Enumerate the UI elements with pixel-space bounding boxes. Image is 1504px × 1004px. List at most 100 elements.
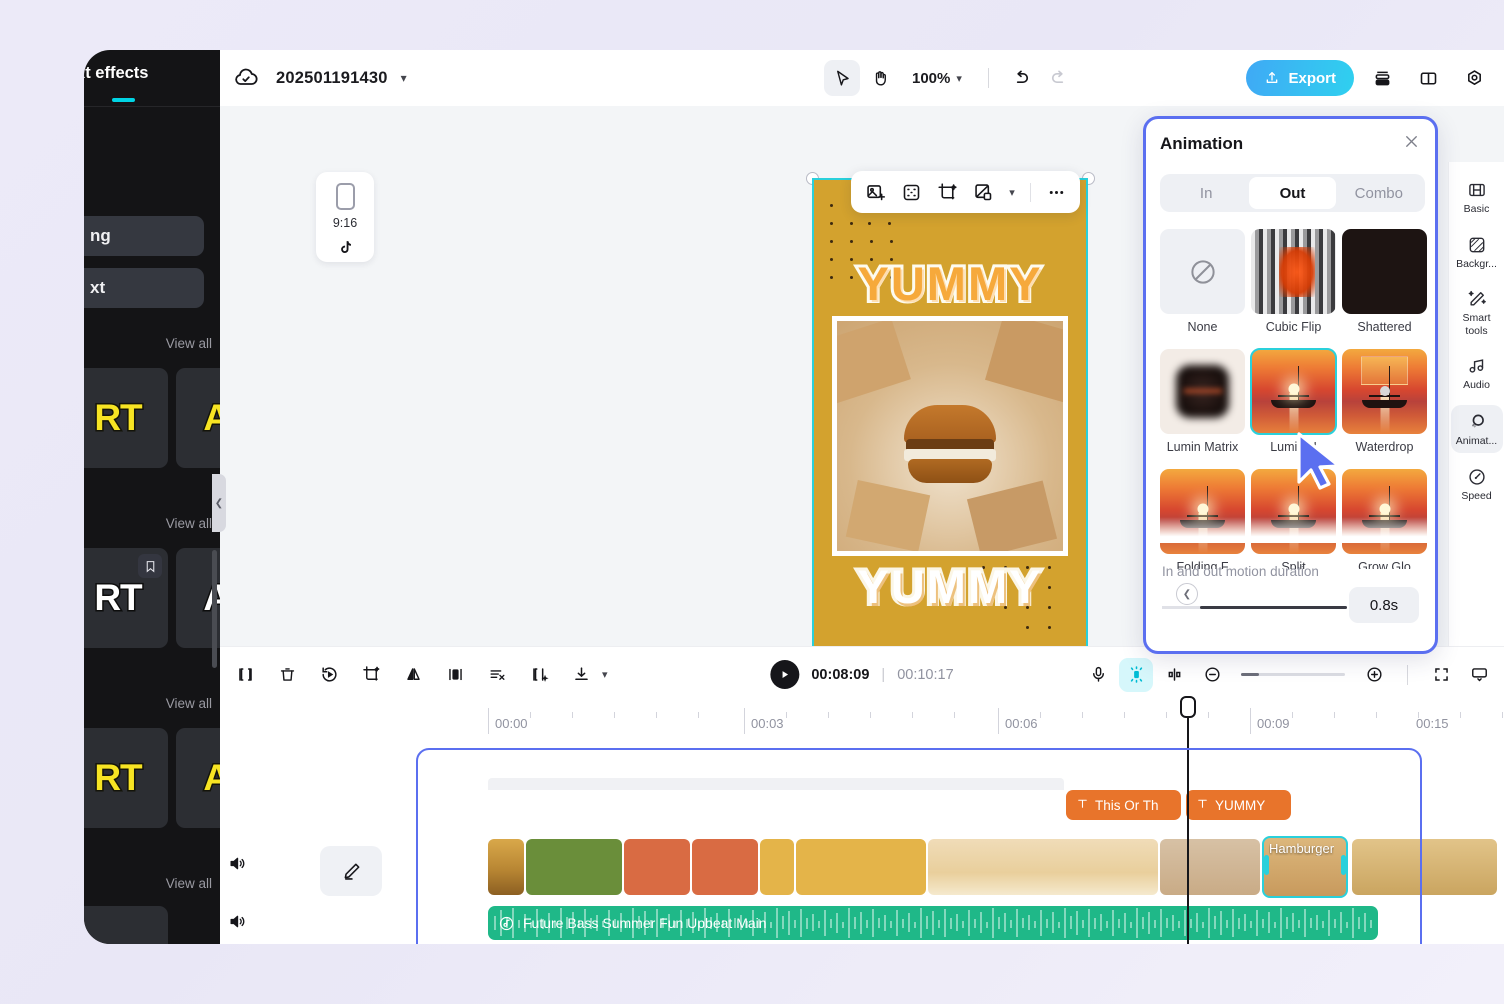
more-options-icon[interactable] <box>1040 176 1072 208</box>
video-clip[interactable] <box>488 839 524 895</box>
effect-item-waterdrop[interactable]: Waterdrop <box>1342 349 1427 469</box>
view-all-4[interactable]: View all <box>166 876 212 891</box>
effect-card-2[interactable]: A1 ❯ <box>176 368 220 468</box>
effect-item-folding-f[interactable]: Folding F <box>1160 469 1245 569</box>
fit-timeline-icon[interactable] <box>1424 658 1458 692</box>
effect-card-1[interactable]: RT <box>84 368 168 468</box>
duration-value[interactable]: 0.8s <box>1349 587 1419 623</box>
zoom-in-icon[interactable] <box>1357 658 1391 692</box>
chevron-down-icon[interactable]: ▾ <box>956 72 962 85</box>
preview-display-icon[interactable] <box>1462 658 1496 692</box>
timeline[interactable]: 00:00 00:03 00:06 00:09 <box>220 702 1504 944</box>
pencil-icon[interactable] <box>320 846 382 896</box>
tab-combo[interactable]: Combo <box>1336 177 1422 209</box>
video-clip[interactable] <box>624 839 690 895</box>
hand-icon[interactable] <box>862 60 898 96</box>
category-pill-2[interactable]: xt <box>84 268 204 308</box>
effect-card-7[interactable] <box>84 906 168 944</box>
effect-item-shattered[interactable]: Shattered <box>1342 229 1427 349</box>
panel-scrollbar[interactable] <box>212 550 217 668</box>
freeze-frame-icon[interactable] <box>522 658 556 692</box>
chevron-down-icon[interactable]: ▾ <box>1003 186 1021 199</box>
remove-background-icon[interactable] <box>967 176 999 208</box>
split-icon[interactable] <box>228 658 262 692</box>
crop-magic-icon[interactable] <box>931 176 963 208</box>
effect-item-cubic-flip[interactable]: Cubic Flip <box>1251 229 1336 349</box>
effect-card-5[interactable]: RT <box>84 728 168 828</box>
playhead-knob[interactable] <box>1180 696 1196 718</box>
speaker-icon[interactable] <box>228 854 247 878</box>
canvas-photo[interactable] <box>832 316 1068 556</box>
add-image-icon[interactable] <box>859 176 891 208</box>
effect-item-none[interactable]: None <box>1160 229 1245 349</box>
rotate-clip-icon[interactable] <box>312 658 346 692</box>
video-clip[interactable] <box>796 839 926 895</box>
view-all-1[interactable]: View all <box>166 336 212 351</box>
timeline-ruler[interactable]: 00:00 00:03 00:06 00:09 <box>220 702 1504 746</box>
crop-icon[interactable] <box>354 658 388 692</box>
chevron-down-icon[interactable]: ▾ <box>602 668 608 681</box>
download-icon[interactable] <box>564 658 598 692</box>
layers-icon[interactable] <box>1364 60 1400 96</box>
project-name[interactable]: 202501191430 <box>276 69 388 88</box>
audio-track: Future Bass Summer Fun Upbeat Main <box>220 906 1504 944</box>
tab-in[interactable]: In <box>1163 177 1249 209</box>
rail-item-animation[interactable]: Animat... <box>1451 405 1503 453</box>
video-clip[interactable] <box>1352 839 1497 895</box>
effect-card-3[interactable]: RT <box>84 548 168 648</box>
canvas-text-top[interactable]: YUMMY <box>814 256 1086 311</box>
select-arrow-icon[interactable] <box>824 60 860 96</box>
microphone-icon[interactable] <box>1081 658 1115 692</box>
rail-label: Smart tools <box>1451 312 1503 337</box>
video-clip[interactable] <box>760 839 794 895</box>
reverse-icon[interactable] <box>438 658 472 692</box>
selected-clip-label: Hamburger <box>1269 841 1334 856</box>
panel-collapse-toggle[interactable]: ❮ <box>212 474 226 532</box>
rail-item-speed[interactable]: Speed <box>1451 461 1503 508</box>
category-pill-1[interactable]: ng <box>84 216 204 256</box>
zoom-slider[interactable] <box>1241 673 1345 676</box>
text-clip-2[interactable]: YUMMY <box>1186 790 1291 820</box>
markers-icon[interactable] <box>1157 658 1191 692</box>
view-all-3[interactable]: View all <box>166 696 212 711</box>
playhead[interactable] <box>1187 708 1189 944</box>
close-icon[interactable] <box>1402 132 1421 157</box>
effect-item-grow-glo[interactable]: Grow Glo <box>1342 469 1427 569</box>
export-button[interactable]: Export <box>1246 60 1354 96</box>
video-clip[interactable] <box>1160 839 1260 895</box>
canvas-text-bottom[interactable]: YUMMY <box>814 559 1086 614</box>
rail-item-smart-tools[interactable]: Smart tools <box>1451 283 1503 342</box>
duration-slider[interactable] <box>1162 606 1347 609</box>
effect-item-lumin-matrix[interactable]: Lumin Matrix <box>1160 349 1245 469</box>
gear-icon[interactable] <box>1456 60 1492 96</box>
audio-clip[interactable]: Future Bass Summer Fun Upbeat Main <box>488 906 1378 940</box>
text-clip-1[interactable]: This Or Th <box>1066 790 1181 820</box>
zoom-out-icon[interactable] <box>1195 658 1229 692</box>
auto-cut-icon[interactable] <box>480 658 514 692</box>
bookmark-icon[interactable] <box>138 554 162 578</box>
rail-item-audio[interactable]: Audio <box>1451 350 1503 397</box>
rail-item-basic[interactable]: Basic <box>1451 174 1503 221</box>
cloud-check-icon[interactable] <box>234 66 258 90</box>
play-icon[interactable] <box>770 660 799 689</box>
undo-icon[interactable] <box>1003 60 1039 96</box>
mirror-icon[interactable] <box>396 658 430 692</box>
video-preview[interactable]: YUMMY YUMMY <box>812 178 1088 668</box>
duration-slider-handle[interactable]: ❮ <box>1176 583 1198 605</box>
aspect-ratio-badge[interactable]: 9:16 <box>316 172 374 262</box>
chevron-down-icon[interactable]: ▾ <box>401 71 407 85</box>
fit-frame-icon[interactable] <box>895 176 927 208</box>
rail-item-background[interactable]: Backgr... <box>1451 229 1503 276</box>
view-all-2[interactable]: View all <box>166 516 212 531</box>
selected-video-clip[interactable]: Hamburger <box>1262 836 1348 898</box>
zoom-level[interactable]: 100% <box>912 70 950 87</box>
tab-out[interactable]: Out <box>1249 177 1335 209</box>
effect-card-6[interactable]: A1 ❯ <box>176 728 220 828</box>
magic-effects-icon[interactable] <box>1119 658 1153 692</box>
delete-icon[interactable] <box>270 658 304 692</box>
video-clip[interactable] <box>526 839 622 895</box>
split-view-icon[interactable] <box>1410 60 1446 96</box>
video-clip[interactable] <box>928 839 1158 895</box>
video-clip[interactable] <box>692 839 758 895</box>
speaker-icon[interactable] <box>228 912 247 936</box>
